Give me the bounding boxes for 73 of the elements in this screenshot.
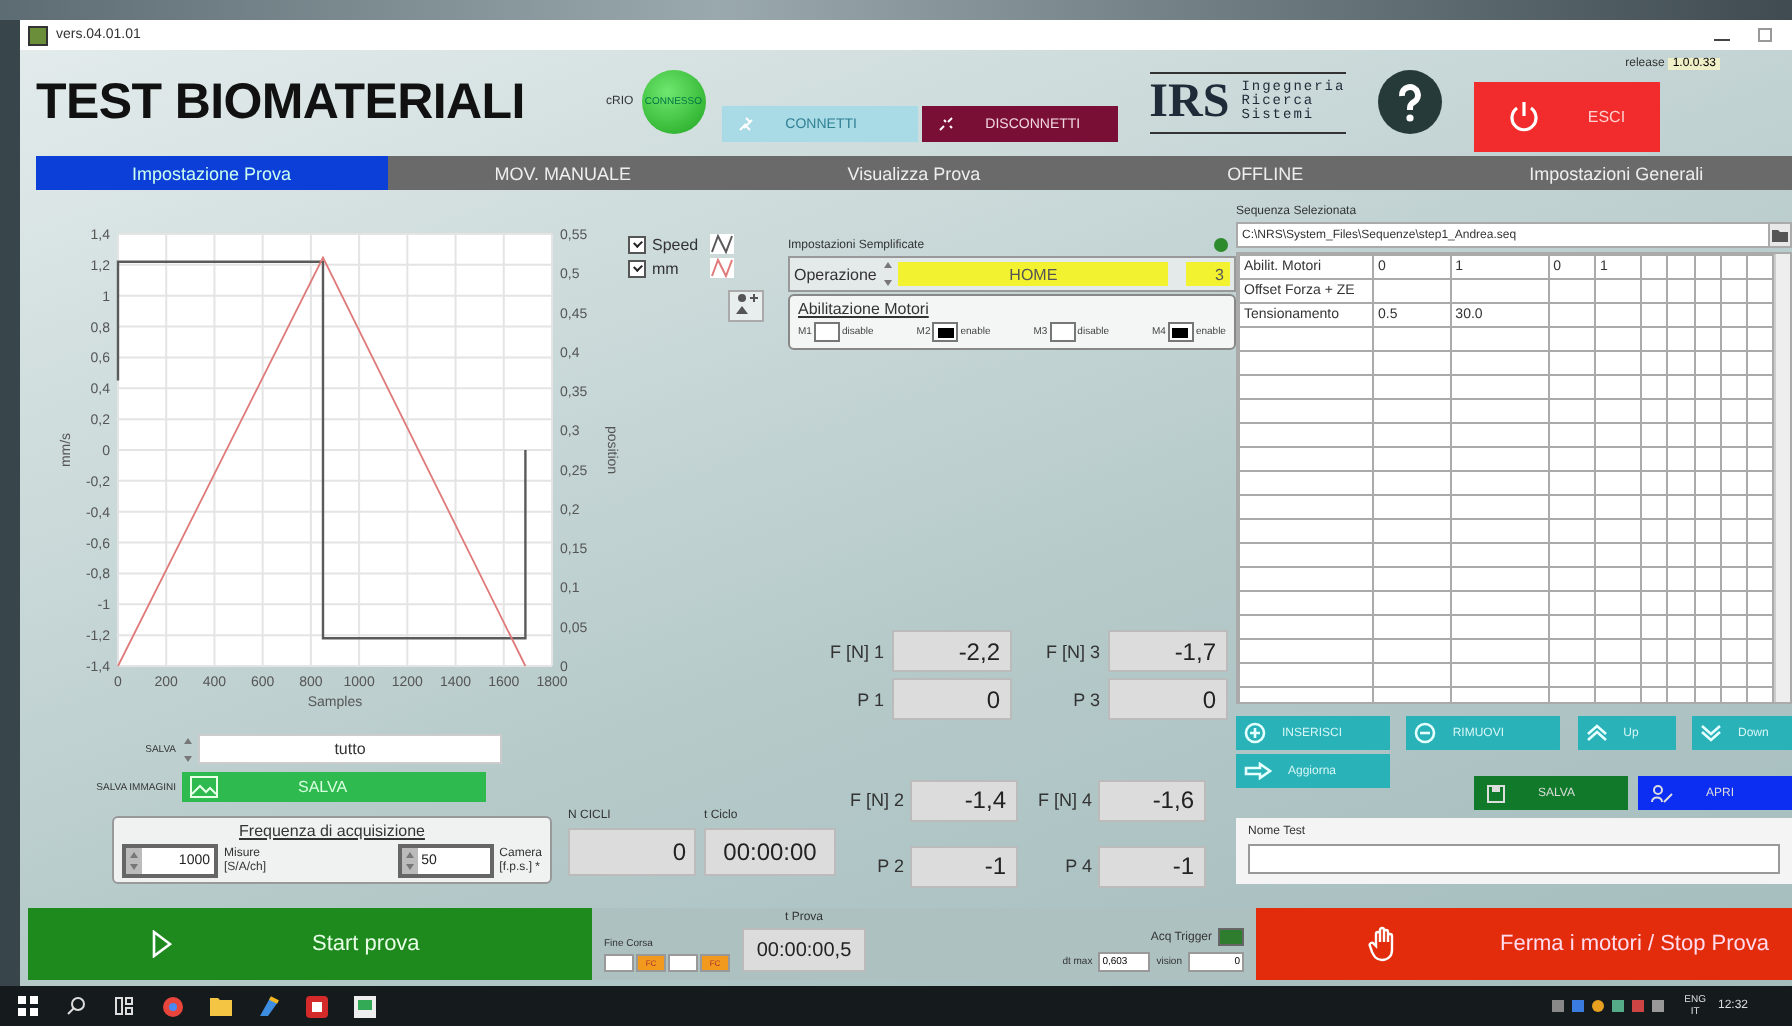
browser-icon[interactable] (160, 994, 184, 1018)
operation-selector[interactable]: Operazione HOME 3 (788, 256, 1236, 292)
power-icon (1507, 100, 1540, 132)
play-icon (152, 930, 172, 958)
save-icon (1486, 783, 1506, 803)
reading-label: F [N] 3 (1043, 641, 1100, 661)
graph-tools-icon (734, 292, 758, 316)
exit-button[interactable]: ESCI (1473, 81, 1660, 151)
tab[interactable]: Impostazione Prova (36, 156, 388, 190)
unlink-icon (937, 116, 958, 132)
legend-label: Speed (652, 235, 701, 253)
group-title: Frequenza di acquisizione (237, 822, 427, 840)
reading-display: -1 (910, 845, 1018, 887)
legend-checkbox[interactable] (628, 259, 646, 277)
line-style-icon[interactable] (710, 258, 734, 278)
help-button[interactable] (1377, 70, 1442, 134)
reading-label: P 4 (1063, 856, 1092, 876)
chevron-down-icon (1699, 724, 1722, 742)
plus-icon (1244, 722, 1266, 744)
app-title: TEST BIOMATERIALI (36, 73, 527, 131)
motor-checkbox[interactable] (1167, 322, 1194, 342)
legend-label: mm (652, 259, 681, 277)
scrollbar[interactable] (1774, 254, 1790, 702)
folder-icon[interactable] (208, 994, 232, 1018)
reading-display: 0 (892, 678, 1012, 720)
start-icon[interactable] (16, 994, 40, 1018)
folder-icon (1772, 229, 1788, 241)
chevron-up-icon (1585, 724, 1608, 742)
reading-label: P 2 (875, 856, 904, 876)
stop-button[interactable]: Ferma i motori / Stop Prova (1256, 908, 1792, 980)
zoom-tool-button[interactable] (728, 290, 764, 322)
app-icon (28, 25, 48, 45)
reading-label: P 1 (855, 689, 884, 709)
counter-display: 00:00:00 (704, 828, 836, 876)
tab[interactable]: Impostazioni Generali (1440, 156, 1792, 190)
reading-label: F [N] 1 (827, 641, 884, 661)
motor-checkbox[interactable] (932, 322, 959, 342)
minus-icon (1414, 722, 1437, 744)
reading-display: -1,7 (1108, 630, 1228, 672)
motor-checkbox[interactable] (813, 322, 840, 342)
tab[interactable]: MOV. MANUALE (387, 156, 739, 190)
legend-checkbox[interactable] (628, 235, 646, 253)
task-view-icon[interactable] (112, 994, 136, 1018)
reading-display: -2,2 (892, 630, 1012, 672)
app-icon[interactable] (304, 994, 328, 1018)
arrow-right-icon (1244, 762, 1272, 780)
question-icon (1395, 82, 1424, 122)
tab[interactable]: Visualizza Prova (738, 156, 1090, 190)
browse-button[interactable] (1768, 224, 1790, 246)
reading-display: -1 (1098, 845, 1206, 887)
app-icon[interactable] (256, 994, 280, 1018)
reading-label: F [N] 2 (847, 790, 904, 810)
reading-label: F [N] 4 (1035, 790, 1092, 810)
reading-display: -1,6 (1098, 779, 1206, 821)
tab[interactable]: OFFLINE (1089, 156, 1441, 190)
test-name-field[interactable] (1248, 844, 1780, 874)
user-edit-icon (1650, 783, 1674, 803)
reading-display: 0 (1108, 678, 1228, 720)
link-icon (737, 116, 758, 132)
reading-label: P 3 (1071, 689, 1100, 709)
search-icon[interactable] (64, 994, 88, 1018)
maximize-icon[interactable] (1758, 28, 1772, 42)
image-icon (190, 776, 218, 798)
group-title: Abilitazione Motori (798, 300, 931, 318)
reading-display: -1,4 (910, 779, 1018, 821)
line-style-icon[interactable] (710, 234, 734, 254)
counter-display: 0 (568, 828, 696, 876)
motor-checkbox[interactable] (1049, 322, 1076, 342)
save-image-button[interactable]: SALVA (182, 772, 486, 802)
start-button[interactable]: Start prova (28, 908, 592, 980)
timer-display: 00:00:00,5 (742, 928, 866, 972)
app-icon[interactable] (352, 994, 376, 1018)
save-selector[interactable]: tutto (198, 734, 502, 764)
